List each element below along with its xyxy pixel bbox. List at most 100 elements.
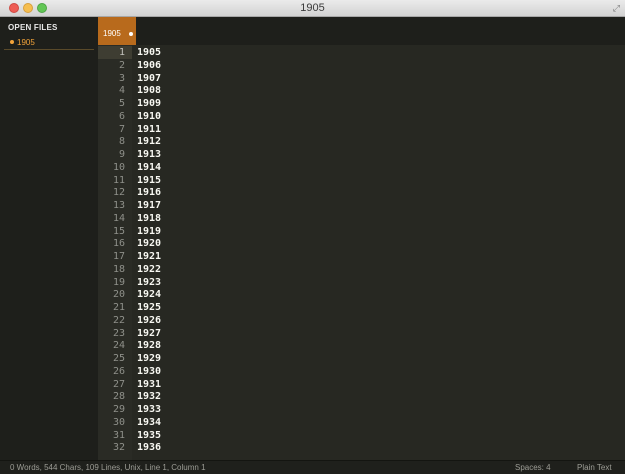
line-number: 19 bbox=[112, 276, 125, 288]
line-number: 16 bbox=[112, 238, 125, 250]
editor-line[interactable]: 28 1932 bbox=[98, 390, 625, 403]
line-text[interactable]: 1924 bbox=[137, 288, 161, 301]
line-number: 21 bbox=[112, 302, 125, 313]
line-text[interactable]: 1914 bbox=[137, 161, 161, 174]
line-text[interactable]: 1934 bbox=[137, 416, 161, 429]
open-files-header: OPEN FILES bbox=[8, 23, 58, 32]
line-text[interactable]: 1936 bbox=[137, 441, 161, 454]
line-text[interactable]: 1929 bbox=[137, 352, 161, 365]
editor-line[interactable]: 32 1936 bbox=[98, 441, 625, 454]
line-number: 23 bbox=[112, 327, 125, 339]
editor-line[interactable]: 2 1906 bbox=[98, 59, 625, 72]
modified-dot-icon bbox=[10, 40, 14, 44]
line-number: 10 bbox=[112, 161, 125, 173]
line-text[interactable]: 1905 bbox=[137, 46, 161, 59]
line-text[interactable]: 1919 bbox=[137, 225, 161, 238]
editor-line[interactable]: 5 1909 bbox=[98, 97, 625, 110]
line-number: 30 bbox=[112, 416, 125, 428]
line-text[interactable]: 1913 bbox=[137, 148, 161, 161]
line-number: 5 bbox=[118, 98, 125, 109]
editor-line[interactable]: 15 1919 bbox=[98, 225, 625, 238]
line-text[interactable]: 1911 bbox=[137, 123, 161, 136]
line-number: 15 bbox=[112, 225, 125, 237]
editor-line[interactable]: 23 1927 bbox=[98, 327, 625, 340]
editor-line[interactable]: 26 1930 bbox=[98, 365, 625, 378]
editor-line[interactable]: 18 1922 bbox=[98, 263, 625, 276]
editor-line[interactable]: 10 1914 bbox=[98, 161, 625, 174]
line-text[interactable]: 1935 bbox=[137, 429, 161, 442]
line-number: 6 bbox=[118, 110, 125, 122]
editor-line[interactable]: 30 1934 bbox=[98, 416, 625, 429]
syntax-selector[interactable]: Plain Text bbox=[577, 463, 612, 472]
editor-line[interactable]: 11 1915 bbox=[98, 174, 625, 187]
line-text[interactable]: 1909 bbox=[137, 97, 161, 110]
line-text[interactable]: 1930 bbox=[137, 365, 161, 378]
editor-line[interactable]: 21 1925 bbox=[98, 301, 625, 314]
editor-line[interactable]: 31 1935 bbox=[98, 429, 625, 442]
line-text[interactable]: 1912 bbox=[137, 135, 161, 148]
line-text[interactable]: 1906 bbox=[137, 59, 161, 72]
editor-line[interactable]: 16 1920 bbox=[98, 237, 625, 250]
sidebar-item-file[interactable]: 1905 bbox=[4, 38, 94, 49]
editor-line[interactable]: 14 1918 bbox=[98, 212, 625, 225]
editor[interactable]: 1 1905 2 1906 3 1907 4 1908 5 1909 6 1910 7 1911 8 1912… bbox=[98, 45, 625, 460]
line-number: 27 bbox=[112, 378, 125, 390]
line-text[interactable]: 1925 bbox=[137, 301, 161, 314]
tab-file[interactable]: 1905 bbox=[98, 17, 136, 45]
editor-line[interactable]: 9 1913 bbox=[98, 148, 625, 161]
editor-line[interactable]: 24 1928 bbox=[98, 339, 625, 352]
sidebar: OPEN FILES 1905 bbox=[0, 17, 98, 460]
line-text[interactable]: 1928 bbox=[137, 339, 161, 352]
editor-line[interactable]: 12 1916 bbox=[98, 186, 625, 199]
line-text[interactable]: 1922 bbox=[137, 263, 161, 276]
line-text[interactable]: 1918 bbox=[137, 212, 161, 225]
line-text[interactable]: 1920 bbox=[137, 237, 161, 250]
line-number: 2 bbox=[118, 59, 125, 71]
editor-line[interactable]: 19 1923 bbox=[98, 276, 625, 289]
line-text[interactable]: 1917 bbox=[137, 199, 161, 212]
editor-line[interactable]: 8 1912 bbox=[98, 135, 625, 148]
line-text[interactable]: 1910 bbox=[137, 110, 161, 123]
line-text[interactable]: 1907 bbox=[137, 72, 161, 85]
line-number: 13 bbox=[112, 200, 125, 211]
editor-line[interactable]: 27 1931 bbox=[98, 378, 625, 391]
editor-line[interactable]: 25 1929 bbox=[98, 352, 625, 365]
editor-line[interactable]: 6 1910 bbox=[98, 110, 625, 123]
line-text[interactable]: 1926 bbox=[137, 314, 161, 327]
line-number: 12 bbox=[112, 187, 125, 199]
indentation-setting[interactable]: Spaces: 4 bbox=[515, 463, 551, 472]
title-bar: 1905 ⤢ bbox=[0, 0, 625, 17]
editor-line[interactable]: 17 1921 bbox=[98, 250, 625, 263]
fullscreen-icon[interactable]: ⤢ bbox=[613, 3, 620, 14]
line-number: 18 bbox=[112, 263, 125, 275]
editor-line[interactable]: 22 1926 bbox=[98, 314, 625, 327]
line-text[interactable]: 1921 bbox=[137, 250, 161, 263]
editor-line[interactable]: 20 1924 bbox=[98, 288, 625, 301]
line-text[interactable]: 1915 bbox=[137, 174, 161, 187]
line-number: 17 bbox=[112, 251, 125, 262]
line-text[interactable]: 1927 bbox=[137, 327, 161, 340]
line-number: 29 bbox=[112, 404, 125, 415]
window-title: 1905 bbox=[300, 2, 325, 14]
tab-label: 1905 bbox=[103, 29, 121, 38]
editor-line[interactable]: 7 1911 bbox=[98, 123, 625, 136]
line-text[interactable]: 1923 bbox=[137, 276, 161, 289]
editor-line[interactable]: 29 1933 bbox=[98, 403, 625, 416]
line-text[interactable]: 1931 bbox=[137, 378, 161, 391]
sidebar-separator bbox=[4, 49, 94, 50]
line-text[interactable]: 1932 bbox=[137, 390, 161, 403]
editor-line[interactable]: 1 1905 bbox=[98, 46, 625, 59]
line-text[interactable]: 1916 bbox=[137, 186, 161, 199]
line-number: 20 bbox=[112, 289, 125, 301]
line-number: 31 bbox=[112, 429, 125, 441]
modified-dot-icon[interactable] bbox=[129, 32, 133, 36]
line-number: 3 bbox=[118, 72, 125, 84]
line-text[interactable]: 1933 bbox=[137, 403, 161, 416]
editor-line[interactable]: 13 1917 bbox=[98, 199, 625, 212]
line-text[interactable]: 1908 bbox=[137, 84, 161, 97]
editor-line[interactable]: 3 1907 bbox=[98, 72, 625, 85]
line-number: 32 bbox=[112, 442, 125, 454]
line-number: 7 bbox=[118, 123, 125, 135]
editor-line[interactable]: 4 1908 bbox=[98, 84, 625, 97]
line-number: 9 bbox=[118, 149, 125, 160]
